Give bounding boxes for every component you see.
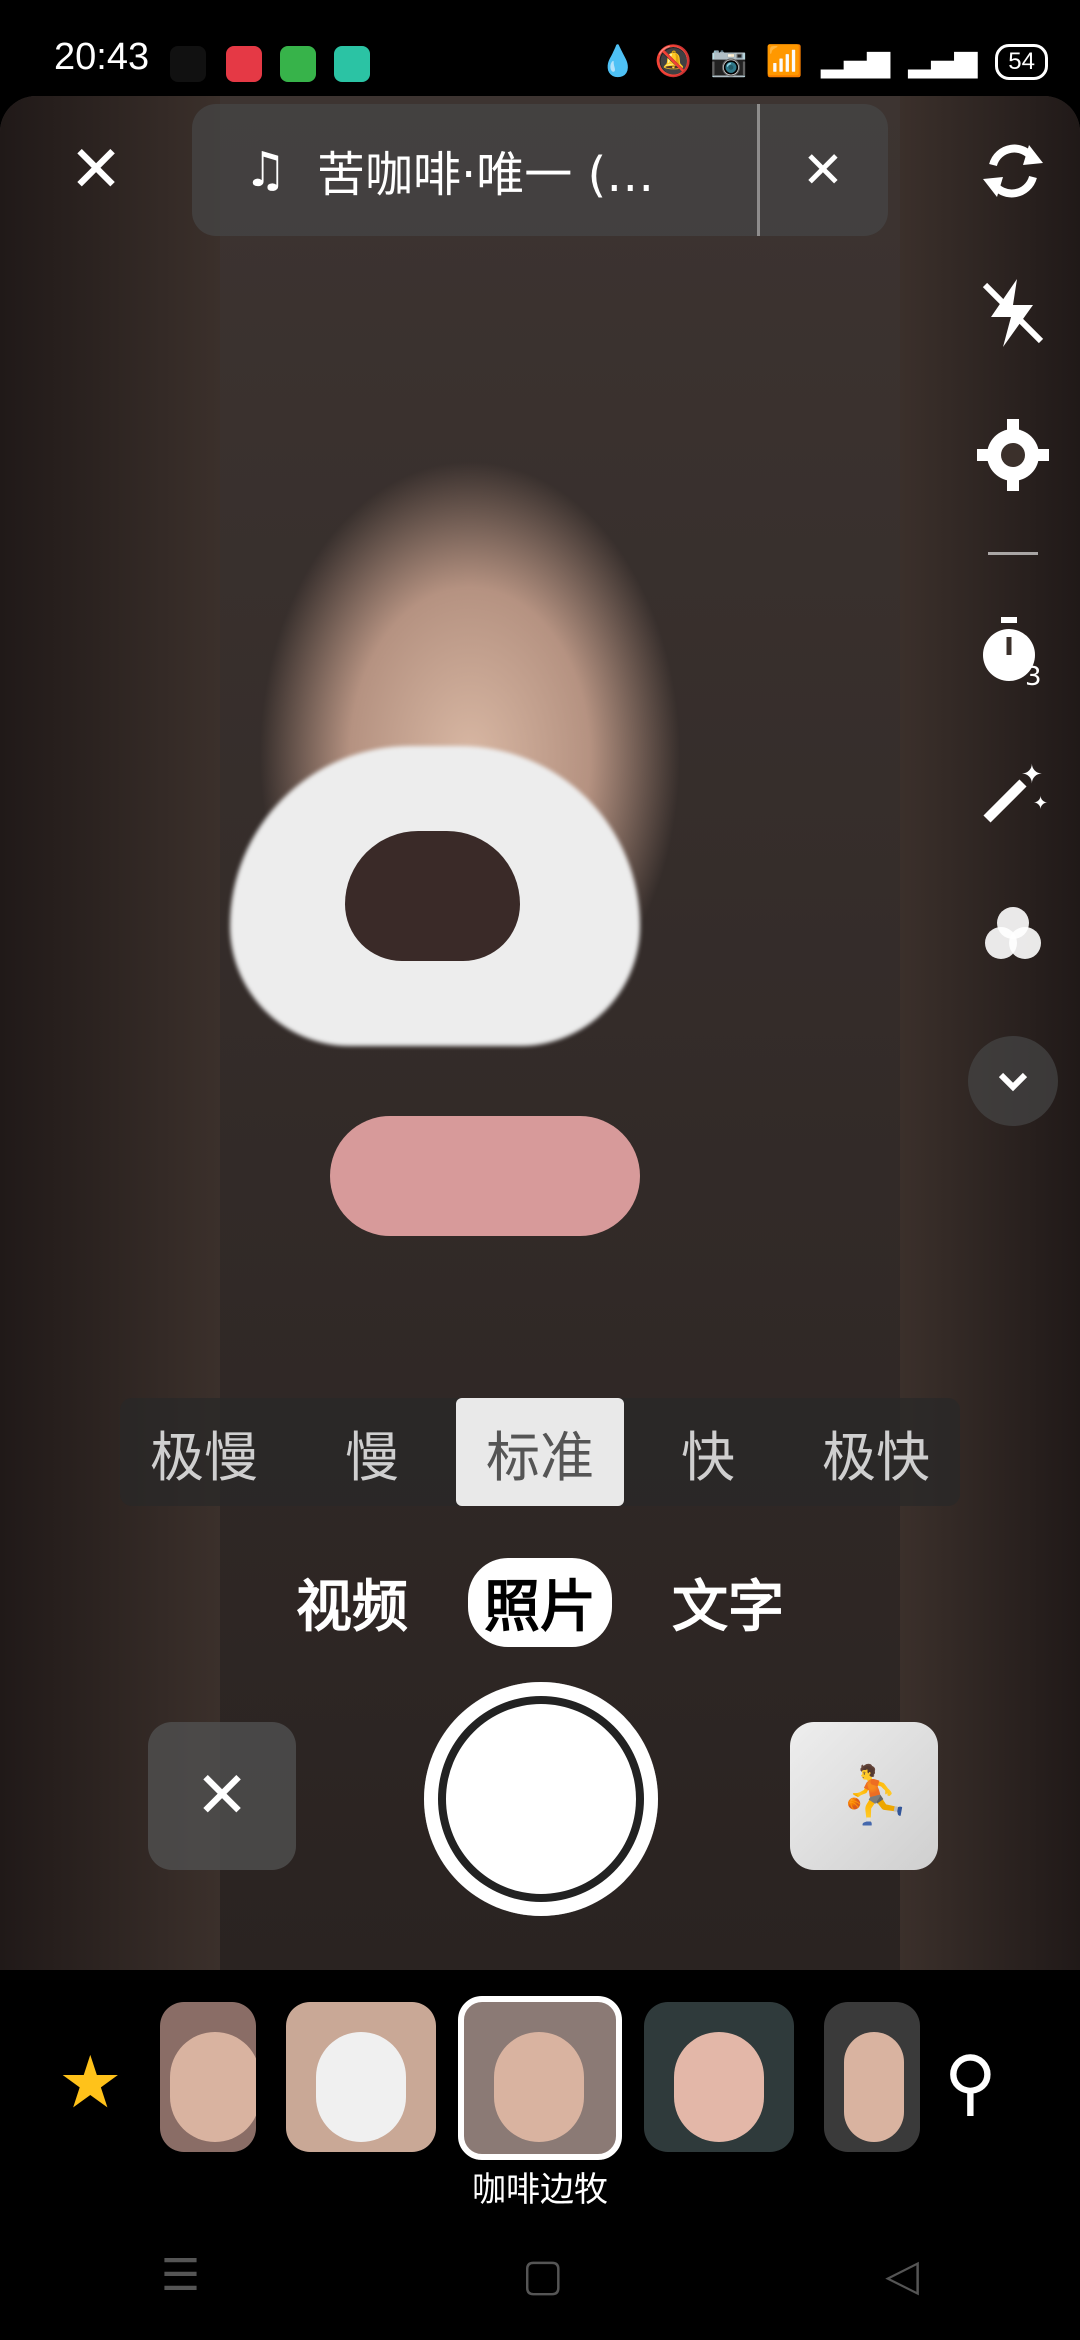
back-nav-icon[interactable]: ◁ [885,2250,919,2301]
remove-music-button[interactable]: ✕ [802,141,844,199]
clock: 20:43 [54,36,150,78]
tools-divider [988,552,1038,555]
hair-right [900,96,1080,1970]
speed-option-selected[interactable]: 标准 [456,1398,624,1506]
tab-text[interactable]: 文字 [656,1558,800,1647]
settings-icon[interactable] [968,410,1058,500]
flip-camera-icon[interactable] [968,126,1058,216]
effect-thumbnail[interactable] [286,2002,436,2152]
filter-icon[interactable] [968,890,1058,980]
speed-selector[interactable]: 极慢 慢 标准 快 极快 [120,1398,960,1506]
hair-left [0,96,220,1970]
effect-search-icon[interactable]: ⚲ [944,2040,997,2124]
flash-off-icon[interactable] [968,268,1058,358]
music-title: 苦咖啡·唯一 (… [317,147,655,203]
home-nav-icon[interactable]: ▢ [522,2250,564,2301]
expand-tools-icon[interactable] [968,1036,1058,1126]
battery-indicator: 54 [995,44,1048,80]
status-bar: 20:43 💧 🔕 📷 📶 ▂▄▆ ▂▄▆ 54 [0,0,1080,96]
shutter-button[interactable] [424,1682,658,1916]
chat-app-icon [334,46,370,82]
speed-option[interactable]: 极慢 [120,1398,288,1506]
wifi-icon: 📶 [765,44,803,79]
music-selector[interactable]: ♫ 苦咖啡·唯一 (… ✕ [192,104,888,236]
effect-thumbnail[interactable] [824,2002,920,2152]
jumpman-logo-icon: ⛹ [840,1763,910,1828]
tiktok-app-icon [170,46,206,82]
system-nav-bar: ☰ ▢ ◁ [0,2210,1080,2340]
music-note-icon: ♫ [244,142,288,198]
speed-option[interactable]: 快 [624,1398,792,1506]
beauty-wand-icon[interactable]: ✦ ✦ [968,748,1058,838]
clear-effect-button[interactable]: ✕ [148,1722,296,1870]
favorites-star-icon[interactable]: ★ [58,2040,123,2124]
effect-thumbnail[interactable] [644,2002,794,2152]
close-camera-button[interactable]: ✕ [56,130,136,210]
svg-text:✦: ✦ [1033,793,1048,814]
mute-bell-icon: 🔕 [654,44,693,79]
timer-3-icon[interactable]: 3 [968,606,1058,696]
svg-text:✦: ✦ [1021,760,1043,790]
signal-icon: ▂▄▆ [820,44,891,79]
effect-thumbnail[interactable] [160,2002,256,2152]
speed-option[interactable]: 慢 [288,1398,456,1506]
market-app-icon [280,46,316,82]
speed-option[interactable]: 极快 [792,1398,960,1506]
water-drop-icon: 💧 [599,44,637,79]
lips [330,1116,640,1236]
svg-text:3: 3 [1025,662,1042,691]
effect-thumbnail-selected[interactable] [458,1996,622,2160]
menu-nav-icon[interactable]: ☰ [161,2250,200,2301]
dog-nose-effect [345,831,520,961]
camera-status-icon: 📷 [710,44,748,79]
video-app-icon [226,46,262,82]
capture-mode-tabs[interactable]: 视频 照片 文字 [280,1557,800,1647]
tab-photo[interactable]: 照片 [468,1557,612,1647]
music-divider [757,104,761,236]
album-thumbnail[interactable]: ⛹ [790,1722,938,1870]
tab-video[interactable]: 视频 [280,1558,424,1647]
signal-icon-2: ▂▄▆ [908,44,978,79]
selected-effect-label: 咖啡边牧 [472,2170,608,2210]
